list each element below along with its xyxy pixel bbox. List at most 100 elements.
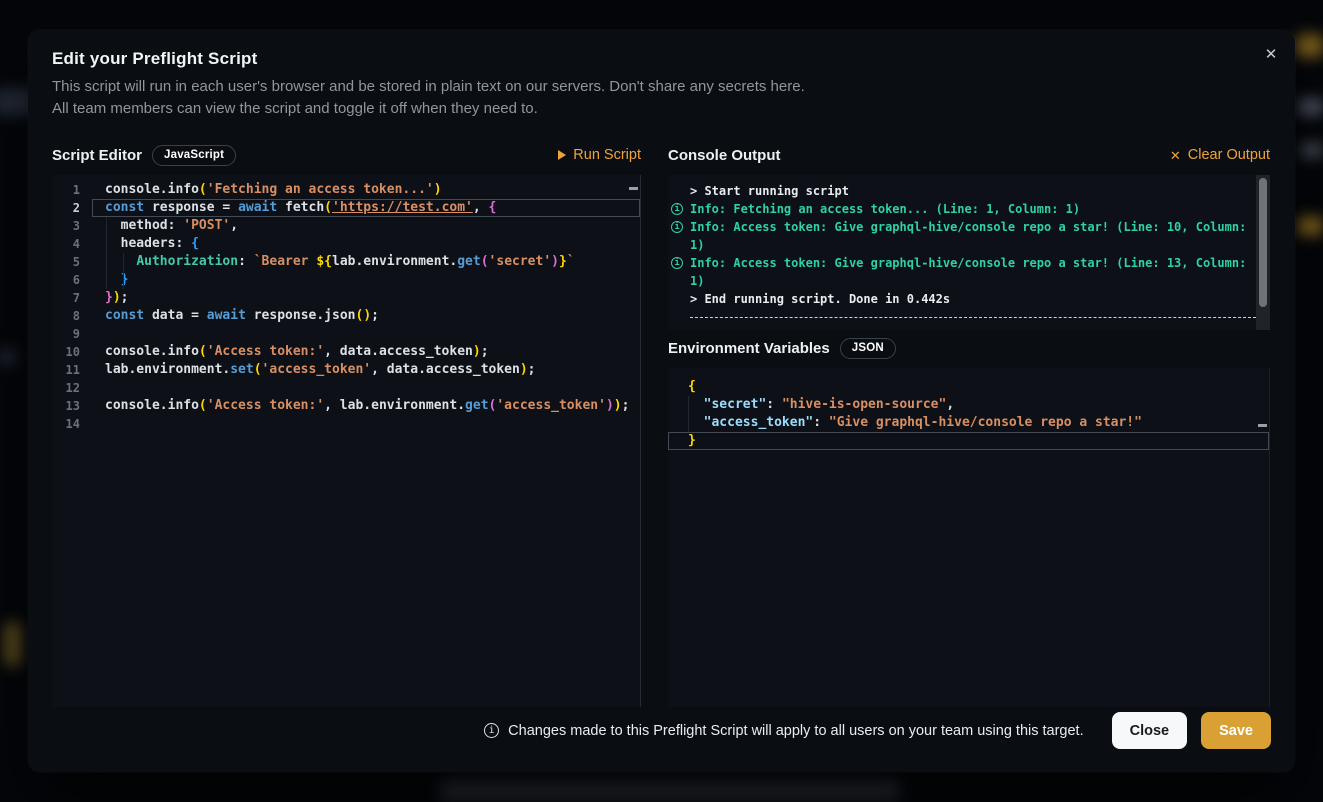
code-line[interactable]: 12 (52, 379, 640, 397)
code-token: ) (606, 398, 614, 413)
code-token: data = (144, 308, 207, 323)
code-token: const (105, 200, 144, 215)
line-number: 9 (52, 325, 92, 343)
code-token: console.info (105, 344, 199, 359)
code-token: : (766, 397, 782, 412)
code-line[interactable]: 4 headers: { (52, 235, 640, 253)
code-line[interactable]: 13console.info('Access token:', lab.envi… (52, 397, 640, 415)
code-line[interactable]: "access_token": "Give graphql-hive/conso… (668, 414, 1269, 432)
code-token: ) (614, 398, 622, 413)
info-icon: i (671, 257, 683, 269)
code-token: ( (199, 398, 207, 413)
code-token: } (559, 254, 567, 269)
code-line[interactable]: 6 } (52, 271, 640, 289)
environment-variables-editor[interactable]: { "secret": "hive-is-open-source", "acce… (668, 368, 1270, 707)
modal-description-line2: All team members can view the script and… (52, 98, 805, 120)
save-button[interactable]: Save (1201, 712, 1271, 749)
code-content (92, 415, 640, 433)
code-token: { (688, 379, 696, 394)
code-content: "access_token": "Give graphql-hive/conso… (668, 414, 1269, 432)
backdrop-blob (1296, 34, 1323, 58)
code-token: ) (473, 344, 481, 359)
line-number: 8 (52, 307, 92, 325)
console-scrollbar-thumb[interactable] (1259, 178, 1267, 307)
backdrop-blob (0, 348, 18, 366)
code-line[interactable]: } (668, 432, 1269, 450)
code-token: ; (528, 362, 536, 377)
code-line[interactable]: 1console.info('Fetching an access token.… (52, 181, 640, 199)
script-editor-header: Script Editor JavaScript Run Script (52, 142, 641, 168)
code-line[interactable]: { (668, 378, 1269, 396)
code-line[interactable]: 5 Authorization: `Bearer ${lab.environme… (52, 253, 640, 271)
code-token: 'Fetching an access token...' (207, 182, 434, 197)
code-token: , (473, 200, 489, 215)
code-content: const data = await response.json(); (92, 307, 640, 325)
javascript-badge: JavaScript (152, 145, 236, 166)
environment-variables-header: Environment Variables JSON (668, 335, 1270, 361)
code-token: response = (144, 200, 238, 215)
code-line[interactable]: 8const data = await response.json(); (52, 307, 640, 325)
line-number: 6 (52, 271, 92, 289)
code-content: "secret": "hive-is-open-source", (668, 396, 1269, 414)
footer-note-text: Changes made to this Preflight Script wi… (508, 723, 1083, 739)
code-token: } (121, 272, 129, 287)
code-token: method: (105, 218, 183, 233)
close-button[interactable]: Close (1112, 712, 1188, 749)
footer-note: i Changes made to this Preflight Script … (484, 723, 1083, 739)
code-line[interactable]: 11lab.environment.set('access_token', da… (52, 361, 640, 379)
code-token: await (238, 200, 277, 215)
code-line[interactable]: 14 (52, 415, 640, 433)
code-token: , (946, 397, 954, 412)
code-token (688, 397, 704, 412)
code-token: } (105, 290, 113, 305)
code-token: { (489, 200, 497, 215)
code-token: 'POST' (183, 218, 230, 233)
console-line: > End running script. Done in 0.442s (690, 290, 1256, 308)
code-token: ` (567, 254, 575, 269)
close-icon[interactable]: ✕ (1259, 42, 1283, 66)
line-number: 7 (52, 289, 92, 307)
line-number: 12 (52, 379, 92, 397)
code-token: console.info (105, 398, 199, 413)
code-token (688, 415, 704, 430)
backdrop-blob (1300, 142, 1323, 158)
console-scrollbar-track[interactable] (1256, 175, 1270, 330)
console-line: > Start running script (690, 182, 1256, 200)
code-content: console.info('Access token:', lab.enviro… (92, 397, 640, 415)
code-token: 'Access token:' (207, 344, 324, 359)
code-token: response.json (246, 308, 356, 323)
code-content: const response = await fetch('https://te… (92, 199, 640, 217)
code-line[interactable]: "secret": "hive-is-open-source", (668, 396, 1269, 414)
code-token: 'secret' (489, 254, 552, 269)
info-icon: i (484, 723, 499, 738)
code-token (105, 254, 136, 269)
code-content: console.info('Fetching an access token..… (92, 181, 640, 199)
code-content (92, 325, 640, 343)
code-token: ; (481, 344, 489, 359)
run-script-button[interactable]: Run Script (558, 147, 641, 163)
code-line[interactable]: 10console.info('Access token:', data.acc… (52, 343, 640, 361)
code-content: Authorization: `Bearer ${lab.environment… (92, 253, 640, 271)
code-token: , data.access_token (324, 344, 473, 359)
clear-output-button[interactable]: ✕ Clear Output (1170, 147, 1270, 163)
code-line[interactable]: 9 (52, 325, 640, 343)
script-editor[interactable]: 1console.info('Fetching an access token.… (52, 175, 641, 707)
code-line[interactable]: 2const response = await fetch('https://t… (52, 199, 640, 217)
backdrop-blob (1298, 98, 1323, 116)
code-token: 'Access token:' (207, 398, 324, 413)
code-token (105, 272, 121, 287)
line-number: 14 (52, 415, 92, 433)
line-number: 2 (52, 199, 92, 217)
backdrop-blob (1297, 216, 1323, 236)
modal-description: This script will run in each user's brow… (52, 76, 805, 120)
code-content: console.info('Access token:', data.acces… (92, 343, 640, 361)
code-line[interactable]: 7}); (52, 289, 640, 307)
code-token: headers: (105, 236, 191, 251)
code-token: lab.environment. (332, 254, 457, 269)
code-token: `Bearer (254, 254, 317, 269)
code-token: ) (113, 290, 121, 305)
line-number: 3 (52, 217, 92, 235)
code-line[interactable]: 3 method: 'POST', (52, 217, 640, 235)
console-line: iInfo: Access token: Give graphql-hive/c… (690, 218, 1256, 254)
code-content: lab.environment.set('access_token', data… (92, 361, 640, 379)
